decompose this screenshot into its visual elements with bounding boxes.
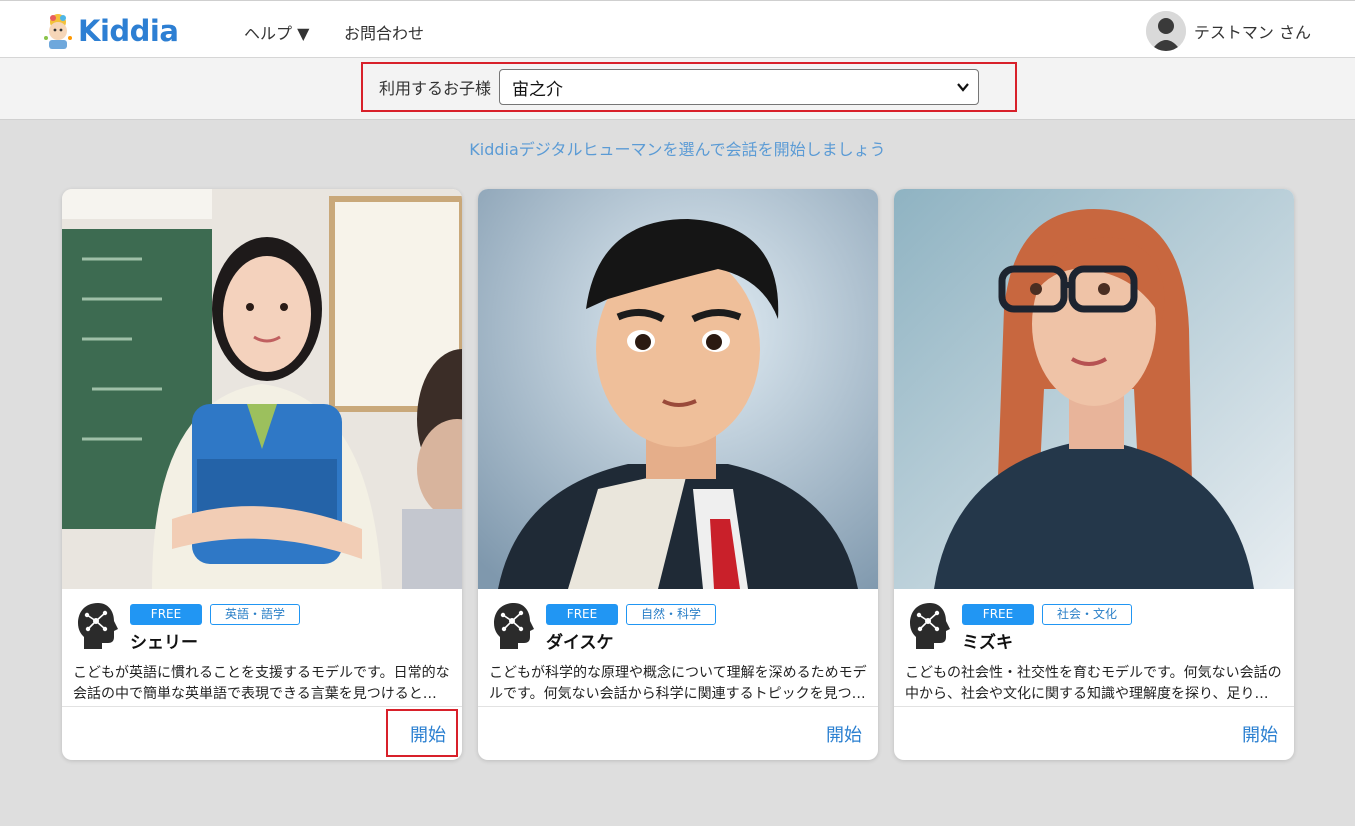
child-select-value: 宙之介 — [512, 79, 564, 100]
child-selector-label: 利用するお子様 — [379, 79, 492, 98]
model-name: ダイスケ — [546, 633, 614, 653]
contact-link[interactable]: お問合わせ — [344, 20, 424, 44]
child-selector-highlight: 利用するお子様 宙之介 — [361, 62, 1017, 112]
card-body: FREE 社会・文化 ミズキ こどもの社会性・社交性を育むモデルです。何気ない会… — [894, 589, 1294, 707]
child-selector-bar: 利用するお子様 宙之介 — [0, 58, 1355, 120]
chevron-down-icon — [956, 79, 970, 93]
user-menu[interactable]: テストマン さん — [1145, 11, 1311, 51]
card-body: FREE 英語・語学 シェリー こどもが英語に慣れることを支援するモデルです。日… — [62, 589, 462, 707]
model-description: こどもの社会性・社交性を育むモデルです。何気ない会話の中から、社会や文化に関する… — [905, 665, 1282, 702]
free-badge: FREE — [962, 604, 1034, 625]
card-footer: 開始 — [894, 707, 1294, 759]
model-portrait-image — [62, 189, 462, 589]
top-header: Kiddia ヘルプ ▼ お問合わせ テストマン さん — [0, 0, 1355, 58]
user-name: テストマン さん — [1193, 23, 1311, 42]
logo-text: Kiddia — [78, 14, 179, 48]
model-card-daisuke: FREE 自然・科学 ダイスケ こどもが科学的な原理や概念について理解を深めるた… — [478, 189, 878, 760]
card-body: FREE 自然・科学 ダイスケ こどもが科学的な原理や概念について理解を深めるた… — [478, 589, 878, 707]
kiddia-logo[interactable]: Kiddia — [40, 11, 179, 51]
category-badge: 英語・語学 — [210, 604, 301, 625]
robot-mascot-icon — [40, 12, 76, 50]
user-avatar-icon — [1145, 11, 1186, 51]
help-menu[interactable]: ヘルプ ▼ — [244, 20, 309, 44]
model-description: こどもが英語に慣れることを支援するモデルです。日常的な会話の中で簡単な英単語で表… — [73, 665, 450, 702]
card-footer: 開始 — [478, 707, 878, 759]
card-footer: 開始 — [62, 707, 462, 759]
start-button[interactable]: 開始 — [410, 721, 446, 747]
free-badge: FREE — [130, 604, 202, 625]
start-button[interactable]: 開始 — [826, 721, 862, 747]
child-select-dropdown[interactable]: 宙之介 — [499, 69, 980, 105]
free-badge: FREE — [546, 604, 618, 625]
brain-head-icon — [76, 601, 120, 651]
model-card-sherry: FREE 英語・語学 シェリー こどもが英語に慣れることを支援するモデルです。日… — [62, 189, 462, 760]
category-badge: 社会・文化 — [1042, 604, 1133, 625]
brain-head-icon — [492, 601, 536, 651]
model-card-mizuki: FREE 社会・文化 ミズキ こどもの社会性・社交性を育むモデルです。何気ない会… — [894, 189, 1294, 760]
category-badge: 自然・科学 — [626, 604, 717, 625]
page-subtitle: Kiddiaデジタルヒューマンを選んで会話を開始しましょう — [469, 140, 886, 159]
start-button[interactable]: 開始 — [1242, 721, 1278, 747]
model-name: シェリー — [130, 633, 198, 653]
brain-head-icon — [908, 601, 952, 651]
model-name: ミズキ — [962, 633, 1013, 653]
model-portrait-image — [894, 189, 1294, 589]
model-description: こどもが科学的な原理や概念について理解を深めるためモデルです。何気ない会話から科… — [489, 665, 867, 702]
model-portrait-image — [478, 189, 878, 589]
